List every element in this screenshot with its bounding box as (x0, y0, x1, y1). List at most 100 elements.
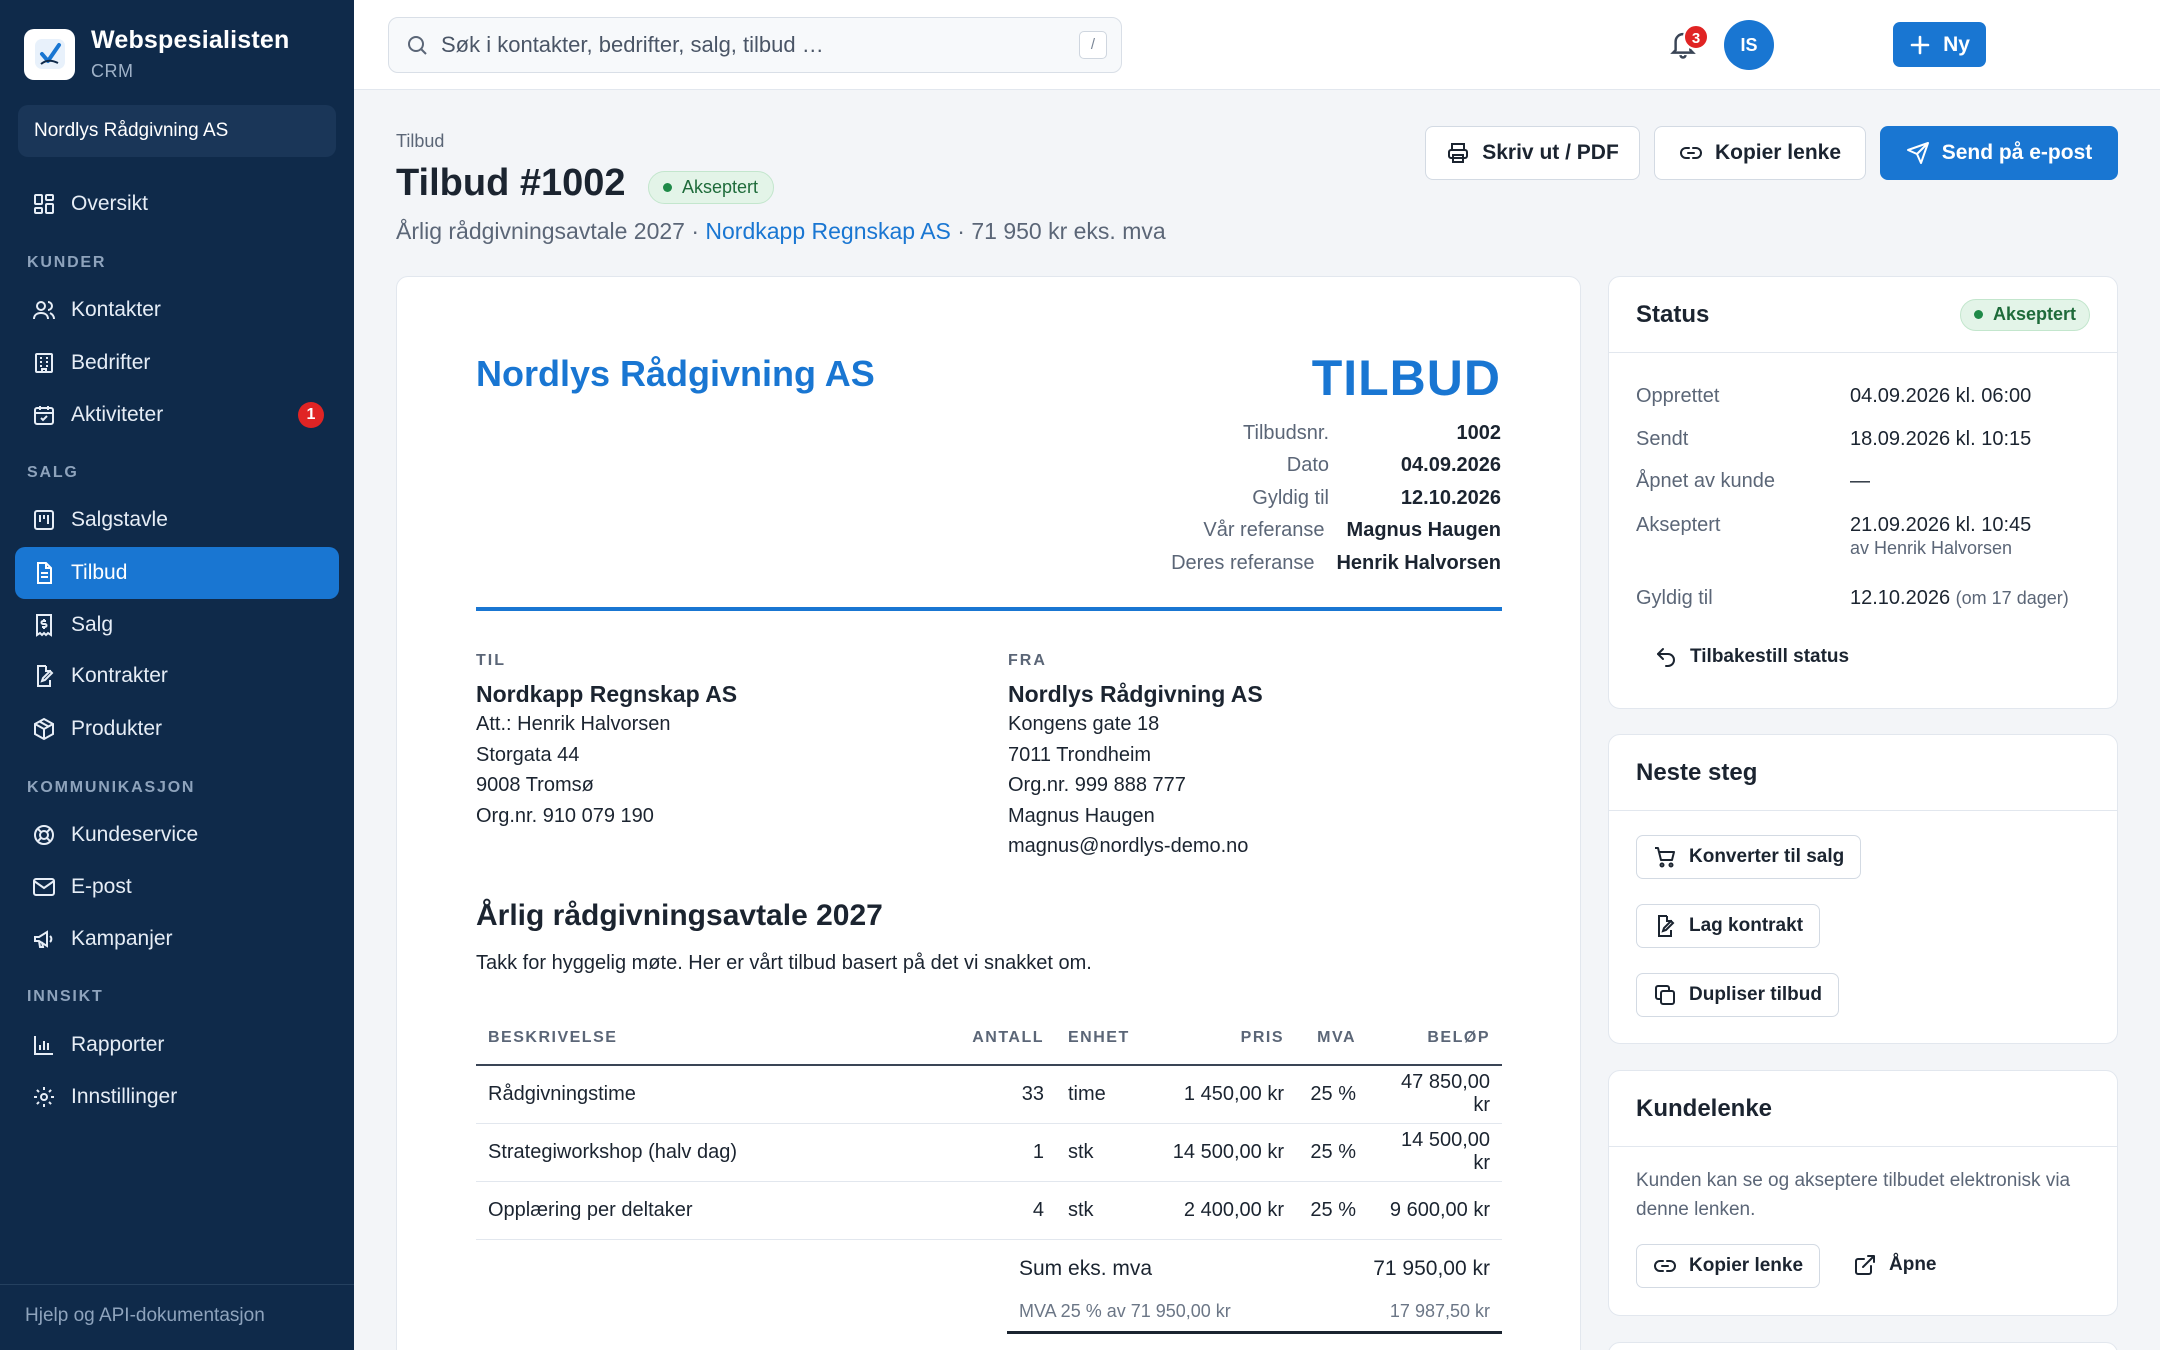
search-input[interactable] (441, 32, 1081, 58)
print-button[interactable]: Skriv ut / PDF (1425, 126, 1640, 180)
vat-row: MVA 25 % av 71 950,00 kr 17 987,50 kr (1007, 1291, 1502, 1331)
search-icon (408, 36, 427, 55)
sidebar-item-label: Kampanjer (71, 927, 173, 950)
sidebar-item-pipeline[interactable]: Salgstavle (15, 494, 339, 546)
search-box[interactable]: / (388, 17, 1122, 73)
status-key: Sendt (1636, 428, 1689, 450)
meta-row: Vår referanse Magnus Haugen (1121, 515, 1501, 548)
kanban-icon (31, 507, 57, 533)
print-button-label: Skriv ut / PDF (1482, 141, 1619, 164)
file-signature-icon (31, 663, 57, 689)
sidebar-item-contracts[interactable]: Kontrakter (15, 650, 339, 702)
brand[interactable]: Webspesialisten CRM (24, 26, 289, 82)
vat-value: 17 987,50 kr (1389, 1300, 1490, 1321)
sidebar-item-email[interactable]: E-post (15, 861, 339, 913)
breadcrumb[interactable]: Tilbud (396, 131, 444, 152)
meta-key: Vår referanse (1203, 519, 1325, 542)
cell: 9 600,00 kr (1368, 1181, 1502, 1240)
meta-value: 1002 (1456, 421, 1502, 444)
convert-label: Konverter til salg (1689, 846, 1845, 867)
sidebar-item-reports[interactable]: Rapporter (15, 1019, 339, 1071)
column-header: PRIS (1146, 1012, 1296, 1066)
recipient-line: Att.: Henrik Halvorsen (476, 713, 671, 735)
sidebar-item-products[interactable]: Produkter (15, 703, 339, 755)
status-key: Akseptert (1636, 514, 1721, 536)
valid-date: 12.10.2026 (1850, 587, 1951, 609)
status-key: Gyldig til (1636, 587, 1713, 609)
duplicate-quote-button[interactable]: Dupliser tilbud (1636, 973, 1839, 1017)
users-icon (31, 297, 57, 323)
cell: stk (1056, 1123, 1146, 1182)
sidebar-item-label: Kundeservice (71, 823, 199, 846)
sidebar-item-label: E-post (71, 875, 132, 898)
page-title: Tilbud #1002 (396, 162, 626, 204)
status-value: 21.09.2026 kl. 10:45 av Henrik Halvorsen (1850, 514, 2031, 560)
sidebar-item-label: Oversikt (71, 192, 149, 215)
meta-value: Magnus Haugen (1346, 519, 1501, 542)
cell: Strategiworkshop (halv dag) (476, 1123, 956, 1182)
undo-icon (1657, 648, 1675, 667)
copy-customer-link-button[interactable]: Kopier lenke (1636, 1244, 1821, 1288)
cell: 25 % (1296, 1123, 1368, 1182)
search-shortcut: / (1079, 31, 1107, 59)
sidebar-item-campaigns[interactable]: Kampanjer (15, 913, 339, 965)
org-switcher[interactable]: Nordlys Rådgivning AS (18, 105, 336, 157)
column-header: MVA (1296, 1012, 1368, 1066)
sidebar-item-label: Innstillinger (71, 1085, 178, 1108)
subtitle-suffix: · 71 950 kr eks. mva (950, 218, 1166, 244)
sidebar-item-activities[interactable]: Aktiviteter 1 (15, 389, 339, 441)
create-contract-button[interactable]: Lag kontrakt (1636, 904, 1821, 948)
cell: Opplæring per deltaker (476, 1181, 956, 1240)
new-button[interactable]: Ny (1893, 22, 1986, 67)
sidebar-item-companies[interactable]: Bedrifter (15, 337, 339, 389)
sidebar-item-support[interactable]: Kundeservice (15, 809, 339, 861)
status-row-valid: Gyldig til 12.10.2026 (om 17 dager) (1636, 587, 2069, 610)
copy-customer-link-label: Kopier lenke (1689, 1255, 1804, 1276)
status-dot-icon (663, 183, 672, 192)
copy-link-button[interactable]: Kopier lenke (1654, 126, 1866, 180)
sum-row: Sum eks. mva 71 950,00 kr (1007, 1247, 1502, 1291)
additional-card (1608, 1342, 2118, 1350)
reset-status-button[interactable]: Tilbakestill status (1654, 645, 1849, 669)
customer-link-card: Kundelenke Kunden kan se og akseptere ti… (1608, 1070, 2118, 1316)
sender-line: Magnus Haugen (1008, 804, 1155, 827)
status-key: Åpnet av kunde (1636, 470, 1775, 492)
convert-to-sale-button[interactable]: Konverter til salg (1636, 835, 1862, 879)
meta-key: Gyldig til (1252, 486, 1329, 509)
doc-divider (476, 607, 1502, 611)
sidebar-item-contacts[interactable]: Kontakter (15, 284, 339, 336)
mail-icon (31, 874, 57, 900)
status-value: 04.09.2026 kl. 06:00 (1850, 385, 2032, 407)
recipient-label: TIL (476, 652, 506, 669)
status-badge: Akseptert (648, 171, 775, 204)
sidebar-item-sales[interactable]: Salg (15, 599, 339, 651)
send-email-button[interactable]: Send på e-post (1880, 126, 2118, 180)
meta-value: Henrik Halvorsen (1336, 551, 1501, 574)
status-row-opened: Åpnet av kunde — (1636, 470, 1870, 493)
meta-row: Dato 04.09.2026 (1121, 450, 1501, 483)
sum-value: 71 950,00 kr (1373, 1257, 1490, 1280)
calendar-check-icon (31, 402, 57, 428)
nav-section-insight: INNSIKT (27, 988, 104, 1005)
meta-key: Dato (1286, 454, 1329, 477)
sidebar-item-quotes[interactable]: Tilbud (15, 547, 339, 599)
meta-row: Tilbudsnr. 1002 (1121, 417, 1501, 450)
grid-icon (31, 191, 57, 217)
customer-link[interactable]: Nordkapp Regnskap AS (705, 218, 951, 244)
doc-meta: Tilbudsnr. 1002 Dato 04.09.2026 Gyldig til… (1121, 417, 1501, 580)
cell: time (1056, 1065, 1146, 1124)
totals: Sum eks. mva 71 950,00 kr MVA 25 % av 71 … (1007, 1247, 1502, 1334)
sidebar-item-overview[interactable]: Oversikt (15, 178, 339, 230)
avatar[interactable]: IS (1724, 20, 1774, 70)
recipient-line: Storgata 44 (476, 743, 580, 766)
package-icon (31, 716, 57, 742)
duplicate-label: Dupliser tilbud (1689, 984, 1822, 1005)
copy-link-label: Kopier lenke (1714, 141, 1842, 164)
sidebar-item-label: Kontrakter (71, 664, 168, 687)
meta-value: 12.10.2026 (1400, 486, 1501, 509)
sidebar-item-settings[interactable]: Innstillinger (15, 1071, 339, 1123)
open-customer-link-button[interactable]: Åpne (1853, 1253, 1937, 1277)
sidebar-item-label: Bedrifter (71, 351, 151, 374)
table-row: Rådgivningstime 33 time 1 450,00 kr 25 %… (476, 1065, 1502, 1124)
help-link[interactable]: Hjelp og API-dokumentasjon (0, 1284, 354, 1327)
